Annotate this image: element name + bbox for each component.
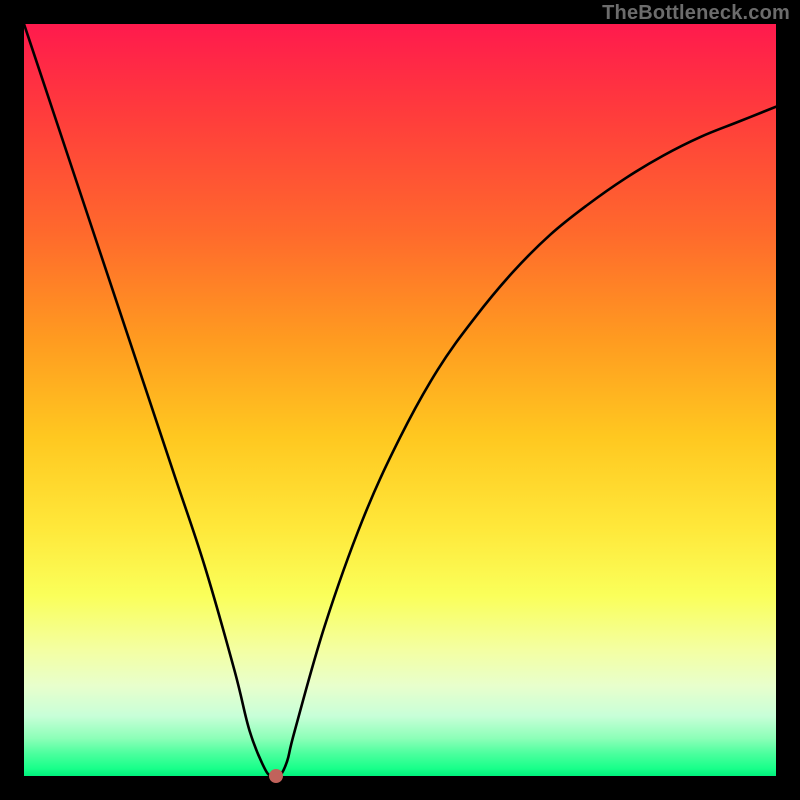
watermark-text: TheBottleneck.com <box>602 2 790 25</box>
bottleneck-curve <box>24 24 776 776</box>
plot-area <box>24 24 776 776</box>
marker-dot <box>269 769 283 783</box>
chart-frame: TheBottleneck.com <box>0 0 800 800</box>
